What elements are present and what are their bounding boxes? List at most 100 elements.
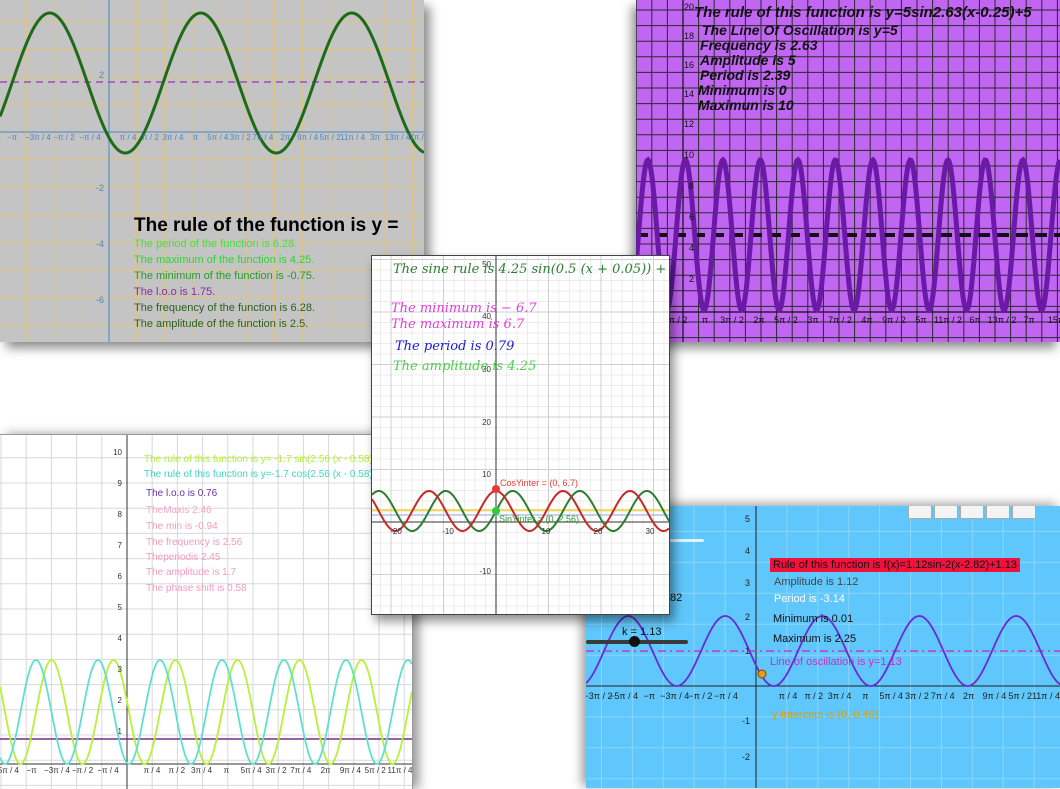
center-line-minimum: The minimum is − 6.7: [391, 301, 537, 316]
blue-line-maximum: Maximum is 2.25: [773, 633, 857, 645]
center-pos-x-tick: 30: [646, 527, 655, 536]
purple-x-tick: 3π / 2: [720, 315, 744, 325]
white-y-tick: 1: [118, 727, 123, 736]
gray-neg-x-tick: −π / 2: [53, 133, 75, 142]
gray-pos-x-tick: π / 4: [120, 133, 137, 142]
blue-line-amplitude: Amplitude is 1.12: [774, 576, 859, 588]
purple-x-tick: π / 2: [669, 315, 688, 325]
blue-neg-x-tick: −π / 4: [714, 691, 738, 701]
purple-x-tick: 7π: [1023, 315, 1034, 325]
white-y-tick: 4: [118, 634, 123, 643]
gray-line-loo: The l.o.o is 1.75.: [134, 286, 216, 298]
gray-pos-x-tick: 7π / 2: [409, 133, 424, 142]
toolbar-button-5[interactable]: [1012, 506, 1036, 519]
white-y-tick: 8: [118, 510, 123, 519]
white-line-frequency: The frequency is 2.56: [146, 537, 243, 548]
gray-line-frequency: The frequency of the function is 6.28.: [134, 302, 316, 314]
slider-k-knob[interactable]: [629, 636, 640, 647]
purple-x-tick: 15π: [1048, 315, 1060, 325]
gray-pos-x-tick: 11π / 4: [340, 133, 365, 142]
center-pos-x-tick: 20: [594, 527, 603, 536]
blue-pos-x-tick: 5π / 4: [879, 691, 903, 701]
purple-x-tick: 4π: [861, 315, 872, 325]
purple-y-tick: 8: [689, 181, 694, 191]
blue-pos-x-tick: 7π / 4: [931, 691, 955, 701]
purple-x-tick: 5π / 2: [774, 315, 798, 325]
blue-y-tick: -1: [742, 716, 750, 726]
blue-pos-x-tick: 3π / 4: [828, 691, 852, 701]
white-line-period: Theperiodis 2.45: [146, 552, 221, 563]
white-graph-panel: 10 9 8 7 6 5 4 3 2 1 −5π / 4 −π −3π / 4−π / 2−π / 4 π…: [0, 434, 413, 789]
white-y-tick: 6: [118, 572, 123, 581]
white-pos-x-tick: π / 4: [144, 766, 161, 775]
purple-graph-panel: 20 18 16 14 12 10 8 6 4 2 π / 2 π 3π / 2 2π 5π / 2 3π 7π…: [636, 0, 1060, 342]
cos-y-intercept-label: CosYinter = (0, 6.7): [500, 478, 578, 488]
gray-pos-x-tick: 7π / 4: [252, 133, 274, 142]
purple-y-tick: 14: [684, 89, 694, 99]
white-pos-x-tick: 11π / 4: [388, 766, 412, 775]
toolbar-button-2[interactable]: [934, 506, 958, 519]
purple-line-period: Period is 2.39: [700, 67, 791, 83]
white-pos-x-tick: π: [224, 766, 230, 775]
white-neg-x-tick: −5π / 4: [0, 766, 19, 775]
blue-y-tick: 5: [745, 514, 750, 524]
blue-loo-label: Line of oscillation is y=1.13: [770, 656, 902, 668]
purple-y-tick: 4: [689, 243, 694, 253]
center-y-tick: 10: [482, 470, 491, 479]
blue-neg-x-tick: −π / 2: [688, 691, 712, 701]
purple-y-tick: 2: [689, 274, 694, 284]
white-neg-x-tick: −π: [26, 766, 37, 775]
center-line-maximum: The maximum is 6.7: [391, 317, 525, 332]
white-line-max: TheMaxis 2.46: [146, 505, 212, 516]
center-line-amplitude: The amplitude is 4.25: [393, 359, 537, 374]
purple-x-tick: 2π: [753, 315, 764, 325]
gray-graph-panel: 2 -2 -4 -6 −π −3π / 4 −π / 2 −π / 4π / 4π / 2 3π…: [0, 0, 424, 342]
gray-neg-x-tick: −3π / 4: [25, 133, 51, 142]
purple-x-tick: 6π: [969, 315, 980, 325]
center-line-sine-rule: The sine rule is 4.25 sin(0.5 (x + 0.05)…: [393, 262, 670, 277]
slider-a-value: 82: [670, 592, 683, 604]
blue-y-tick: 2: [745, 612, 750, 622]
white-line-cos-rule: The rule of this function is y=-1.7 cos(…: [144, 469, 385, 480]
white-line-amplitude: The amplitude is 1.7: [146, 567, 237, 578]
white-pos-x-tick: π / 2: [168, 766, 185, 775]
purple-x-tick: 7π / 2: [828, 315, 852, 325]
gray-pos-x-tick: 13π / 4: [385, 133, 411, 142]
white-y-tick: 2: [118, 696, 123, 705]
blue-y-tick: -2: [742, 752, 750, 762]
cos-y-intercept-point: [492, 485, 500, 493]
toolbar-button-3[interactable]: [960, 506, 984, 519]
white-pos-x-tick: 9π / 4: [340, 766, 362, 775]
toolbar-button-4[interactable]: [986, 506, 1010, 519]
blue-pos-x-tick: 5π / 2: [1008, 691, 1032, 701]
center-neg-x-tick: -20: [390, 527, 402, 536]
purple-x-tick: π: [702, 315, 708, 325]
blue-pos-x-tick: π: [862, 691, 868, 701]
gray-pos-x-tick: 5π / 4: [207, 133, 229, 142]
purple-y-tick: 12: [684, 119, 694, 129]
blue-line-period: Period is -3.14: [774, 593, 845, 605]
white-line-sin-rule: The rule of this function is y= -1.7 sin…: [144, 454, 385, 465]
blue-pos-x-tick: π / 2: [804, 691, 823, 701]
gray-y-tick: -4: [96, 239, 104, 249]
gray-pos-x-tick: π / 2: [142, 133, 159, 142]
white-pos-x-tick: 3π / 4: [191, 766, 213, 775]
purple-y-tick: 10: [684, 150, 694, 160]
gray-pos-x-tick: 9π / 4: [297, 133, 319, 142]
toolbar-button-1[interactable]: [908, 506, 932, 519]
blue-pos-x-tick: 3π / 2: [905, 691, 929, 701]
gray-pos-x-tick: 2π: [280, 133, 290, 142]
purple-x-tick: 3π: [807, 315, 818, 325]
blue-neg-x-tick: −5π / 4: [609, 691, 638, 701]
purple-line-amplitude: Amplitude is 5: [700, 52, 796, 68]
purple-x-tick: 9π / 2: [882, 315, 906, 325]
center-neg-x-tick: -10: [442, 527, 454, 536]
gray-pos-x-tick: 3π: [370, 133, 380, 142]
white-y-tick: 7: [118, 541, 123, 550]
white-line-min: The min is -0.94: [146, 521, 218, 532]
blue-pos-x-tick: 9π / 4: [983, 691, 1007, 701]
blue-neg-x-tick: −3π / 4: [660, 691, 689, 701]
gray-neg-x-tick: −π: [7, 133, 18, 142]
purple-line-frequency: Frequency is 2.63: [700, 37, 818, 53]
gray-y-tick: -2: [96, 183, 104, 193]
